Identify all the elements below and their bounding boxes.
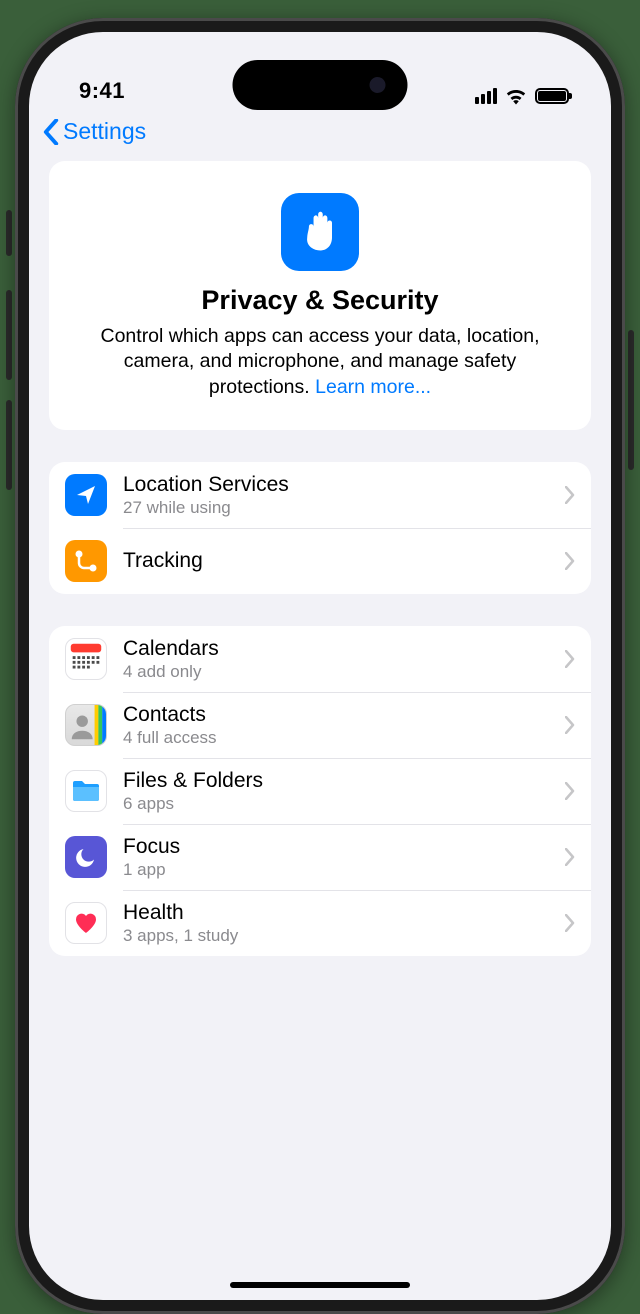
- moon-icon: [65, 836, 107, 878]
- calendar-icon: [65, 638, 107, 680]
- row-files-folders[interactable]: Files & Folders 6 apps: [49, 758, 591, 824]
- chevron-right-icon: [565, 552, 575, 570]
- row-subtitle: 27 while using: [123, 498, 565, 518]
- hero-description: Control which apps can access your data,…: [73, 324, 567, 400]
- learn-more-link[interactable]: Learn more...: [315, 376, 431, 398]
- row-tracking[interactable]: Tracking: [49, 528, 591, 594]
- chevron-right-icon: [565, 782, 575, 800]
- row-calendars[interactable]: Calendars 4 add only: [49, 626, 591, 692]
- chevron-right-icon: [565, 486, 575, 504]
- settings-content[interactable]: Privacy & Security Control which apps ca…: [29, 161, 611, 1259]
- back-label: Settings: [63, 118, 146, 145]
- back-button[interactable]: Settings: [43, 118, 595, 145]
- row-label: Health: [123, 901, 565, 925]
- row-label: Calendars: [123, 637, 565, 661]
- cellular-signal-icon: [475, 88, 497, 104]
- battery-icon: [535, 88, 569, 104]
- side-button: [6, 210, 12, 256]
- row-contacts[interactable]: Contacts 4 full access: [49, 692, 591, 758]
- chevron-right-icon: [565, 650, 575, 668]
- settings-group-location: Location Services 27 while using Trackin…: [49, 462, 591, 594]
- nav-bar: Settings: [29, 112, 611, 161]
- folder-icon: [65, 770, 107, 812]
- row-location-services[interactable]: Location Services 27 while using: [49, 462, 591, 528]
- privacy-hand-icon: [281, 193, 359, 271]
- row-subtitle: 3 apps, 1 study: [123, 926, 565, 946]
- location-arrow-icon: [65, 474, 107, 516]
- heart-icon: [65, 902, 107, 944]
- chevron-right-icon: [565, 914, 575, 932]
- tracking-icon: [65, 540, 107, 582]
- settings-group-data-access: Calendars 4 add only Contacts 4 full acc…: [49, 626, 591, 956]
- chevron-right-icon: [565, 716, 575, 734]
- row-subtitle: 4 add only: [123, 662, 565, 682]
- row-subtitle: 6 apps: [123, 794, 565, 814]
- phone-screen: 9:41 Settings: [29, 32, 611, 1300]
- dynamic-island: [233, 60, 408, 110]
- side-button: [628, 330, 634, 470]
- home-indicator[interactable]: [230, 1282, 410, 1288]
- phone-mockup: 9:41 Settings: [0, 0, 640, 1314]
- wifi-icon: [505, 88, 527, 104]
- status-time: 9:41: [79, 78, 125, 104]
- row-label: Contacts: [123, 703, 565, 727]
- row-focus[interactable]: Focus 1 app: [49, 824, 591, 890]
- front-camera: [370, 77, 386, 93]
- phone-bezel: 9:41 Settings: [15, 18, 625, 1314]
- chevron-left-icon: [43, 119, 59, 145]
- hero-card: Privacy & Security Control which apps ca…: [49, 161, 591, 430]
- contacts-icon: [65, 704, 107, 746]
- chevron-right-icon: [565, 848, 575, 866]
- row-label: Tracking: [123, 549, 565, 573]
- side-button: [6, 290, 12, 380]
- hero-title: Privacy & Security: [73, 285, 567, 316]
- row-label: Location Services: [123, 473, 565, 497]
- row-health[interactable]: Health 3 apps, 1 study: [49, 890, 591, 956]
- row-label: Focus: [123, 835, 565, 859]
- status-icons: [475, 88, 569, 104]
- side-button: [6, 400, 12, 490]
- row-subtitle: 4 full access: [123, 728, 565, 748]
- row-subtitle: 1 app: [123, 860, 565, 880]
- row-label: Files & Folders: [123, 769, 565, 793]
